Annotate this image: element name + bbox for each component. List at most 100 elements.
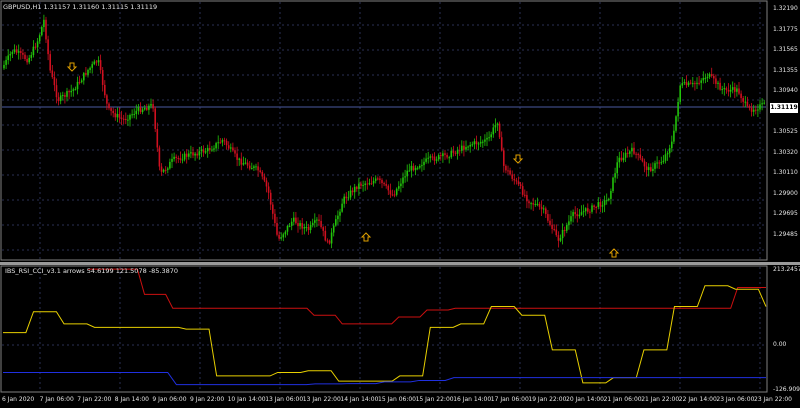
candle-body — [154, 108, 156, 129]
candle-body — [584, 208, 587, 212]
candle-body — [547, 214, 549, 221]
candle-body — [408, 170, 411, 172]
price-tick-label: 1.31355 — [773, 67, 798, 74]
candle-body — [580, 212, 583, 215]
candle-body — [85, 73, 87, 75]
candle-body — [742, 98, 744, 102]
candle-body — [398, 186, 400, 189]
current-price-label: 1.31119 — [770, 103, 798, 113]
candle-body — [139, 107, 142, 113]
indicator-tick-label: 213.2457 — [773, 266, 800, 273]
candle-body — [729, 89, 732, 92]
candle-body — [383, 183, 385, 185]
candle-body — [400, 183, 402, 187]
candle-body — [721, 89, 723, 91]
candle-body — [421, 165, 423, 167]
candle-body — [204, 151, 207, 153]
candle-body — [393, 194, 396, 196]
candle-body — [116, 113, 119, 118]
candle-body — [702, 77, 705, 81]
candle-body — [595, 207, 597, 209]
candle-body — [377, 178, 379, 180]
candle-body — [55, 85, 58, 98]
candle-body — [597, 202, 600, 208]
candle-body — [213, 148, 215, 150]
candle-body — [395, 188, 398, 195]
candle-body — [589, 211, 591, 213]
candle-body — [475, 141, 478, 145]
candle-body — [299, 223, 301, 227]
candle-body — [89, 67, 91, 70]
candle-body — [30, 55, 33, 58]
time-tick-label: 6 Jan 2020 — [2, 396, 35, 403]
candle-body — [108, 103, 110, 109]
candle-body — [118, 113, 121, 118]
time-tick-label: 8 Jan 14:00 — [114, 396, 149, 403]
candle-body — [244, 162, 247, 164]
time-tick-label: 15 Jan 06:00 — [378, 396, 416, 403]
candle-body — [175, 156, 177, 159]
candle-body — [143, 107, 146, 110]
candle-body — [482, 141, 484, 143]
candle-body — [320, 220, 322, 228]
candle-body — [689, 82, 692, 84]
candle-body — [318, 219, 320, 221]
candle-body — [261, 171, 264, 177]
chart-title: GBPUSD,H1 1.31157 1.31160 1.31115 1.3111… — [3, 3, 158, 11]
candle-body — [337, 215, 339, 220]
candle-body — [576, 214, 579, 217]
candle-body — [152, 104, 154, 109]
candle-body — [353, 186, 356, 193]
candle-body — [461, 145, 463, 151]
price-chart[interactable] — [0, 0, 800, 262]
candle-body — [540, 206, 543, 210]
candle-body — [93, 61, 96, 65]
candle-body — [656, 162, 658, 164]
candle-body — [545, 208, 547, 215]
candle-body — [536, 203, 539, 205]
candle-body — [402, 177, 404, 184]
time-tick-label: 9 Jan 22:00 — [190, 396, 225, 403]
candle-body — [463, 145, 465, 150]
candle-body — [444, 153, 446, 155]
candle-body — [20, 51, 22, 53]
candle-body — [62, 95, 64, 97]
candle-body — [200, 149, 203, 152]
indicator-line-yellow — [3, 285, 767, 384]
candle-body — [639, 154, 642, 159]
time-tick-label: 22 Jan 14:00 — [678, 396, 717, 403]
candle-body — [530, 203, 532, 205]
indicator-chart[interactable] — [0, 265, 800, 395]
candle-body — [618, 157, 621, 163]
candle-body — [120, 117, 123, 119]
indicator-line-blue — [3, 371, 766, 386]
candle-body — [505, 165, 507, 171]
candle-body — [146, 107, 148, 110]
candle-body — [326, 240, 329, 242]
candle-body — [66, 91, 68, 97]
candle-body — [553, 228, 555, 230]
candle-body — [431, 156, 434, 158]
candle-body — [694, 83, 696, 85]
candle-body — [467, 146, 469, 148]
candle-body — [164, 169, 167, 171]
candle-body — [681, 83, 684, 86]
candle-body — [406, 170, 408, 177]
candle-body — [223, 140, 226, 142]
candle-body — [601, 205, 604, 207]
candle-body — [496, 123, 499, 126]
candle-body — [135, 110, 138, 115]
candle-body — [219, 142, 222, 144]
candle-body — [156, 128, 159, 148]
candle-body — [282, 234, 285, 238]
candle-body — [574, 212, 576, 215]
candle-body — [526, 195, 528, 202]
candle-body — [379, 178, 381, 180]
candle-body — [129, 114, 131, 120]
indicator-tick-label: 0.00 — [773, 341, 787, 348]
candle-body — [465, 147, 467, 150]
candle-body — [494, 125, 497, 128]
candle-body — [24, 54, 26, 60]
candle-body — [551, 224, 553, 229]
candle-body — [427, 157, 429, 159]
